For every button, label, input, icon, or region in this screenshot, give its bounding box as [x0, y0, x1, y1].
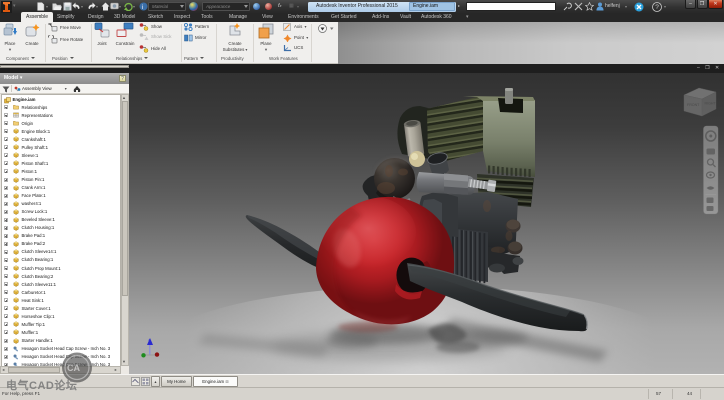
svg-text:i: i: [142, 5, 143, 11]
svg-text:FRONT: FRONT: [687, 103, 700, 107]
svg-text:?: ?: [655, 4, 659, 11]
svg-text:CA: CA: [67, 363, 80, 373]
svg-text:z: z: [148, 338, 150, 342]
svg-text:RIGHT: RIGHT: [705, 102, 717, 106]
